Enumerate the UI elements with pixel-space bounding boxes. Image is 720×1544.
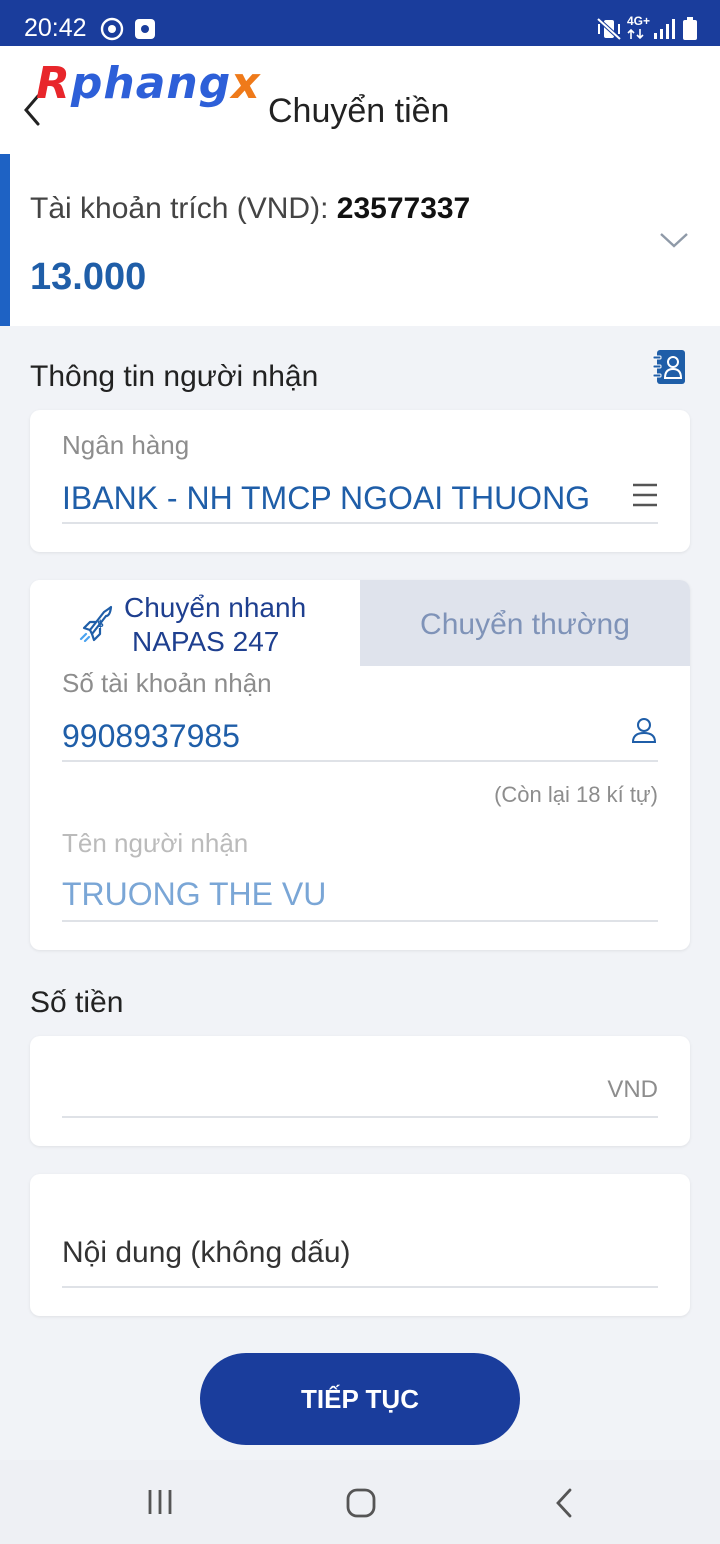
content-input[interactable]: Nội dung (không dấu) <box>62 1236 351 1270</box>
account-number-underline <box>62 760 658 762</box>
recipient-section-title: Thông tin người nhận <box>30 360 319 393</box>
tab-fast-line2: NAPAS 247 <box>132 626 280 657</box>
vibrate-mute-icon <box>596 17 622 41</box>
user-icon[interactable] <box>630 716 658 744</box>
account-balance: 13.000 <box>30 256 147 298</box>
recipient-name-label: Tên người nhận <box>62 828 249 858</box>
account-accent-bar <box>0 154 10 326</box>
status-time: 20:42 <box>24 14 87 42</box>
amount-input[interactable] <box>62 1072 602 1112</box>
content-underline <box>62 1286 658 1288</box>
contact-book-icon[interactable] <box>652 348 688 386</box>
continue-button[interactable]: TIẾP TỤC <box>200 1353 520 1445</box>
recipient-name-underline <box>62 920 658 922</box>
account-label: Tài khoản trích (VND): 23577337 <box>30 192 471 225</box>
system-navigation-bar <box>0 1460 720 1544</box>
rocket-icon: $ <box>79 605 113 642</box>
account-number: 23577337 <box>336 192 471 225</box>
brand-logo: Rphangx <box>36 58 261 109</box>
content-card: Nội dung (không dấu) <box>30 1174 690 1316</box>
app-header: Rphangx Chuyển tiền <box>0 46 720 154</box>
amount-section-title: Số tiền <box>30 986 124 1019</box>
notification-app-icon <box>135 19 155 39</box>
status-bar: 20:42 4G+ <box>0 0 720 46</box>
tab-normal-transfer[interactable]: Chuyển thường <box>360 580 690 666</box>
chevron-down-icon[interactable] <box>658 228 690 252</box>
tab-normal-label: Chuyển thường <box>420 608 630 641</box>
bank-card: Ngân hàng IBANK - NH TMCP NGOAI THUONG <box>30 410 690 552</box>
amount-card: VND <box>30 1036 690 1146</box>
tab-fast-transfer[interactable]: $ Chuyển nhanh NAPAS 247 <box>30 580 360 666</box>
camera-shutter-icon <box>100 17 124 41</box>
currency-label: VND <box>607 1076 658 1103</box>
recipient-name-value: TRUONG THE VU <box>62 876 327 912</box>
signal-icon <box>654 19 675 39</box>
recent-apps-icon[interactable] <box>146 1488 174 1516</box>
bank-label: Ngân hàng <box>62 430 190 460</box>
battery-icon <box>683 17 697 40</box>
amount-underline <box>62 1116 658 1118</box>
account-number-label: Số tài khoản nhận <box>62 668 272 698</box>
menu-list-icon[interactable] <box>632 482 658 508</box>
tab-fast-line1: Chuyển nhanh <box>124 592 307 623</box>
svg-text:$: $ <box>97 619 104 630</box>
home-icon[interactable] <box>346 1488 376 1518</box>
transfer-card: $ Chuyển nhanh NAPAS 247 Chuyển thường S… <box>30 580 690 950</box>
bank-select[interactable]: IBANK - NH TMCP NGOAI THUONG <box>62 480 608 517</box>
page-title: Chuyển tiền <box>268 92 450 130</box>
bank-underline <box>62 522 658 524</box>
data-arrows-icon <box>627 28 644 40</box>
remaining-characters: (Còn lại 18 kí tự) <box>494 782 658 807</box>
back-nav-icon[interactable] <box>552 1488 576 1518</box>
account-number-input[interactable]: 9908937985 <box>62 718 240 755</box>
source-account-selector[interactable]: Tài khoản trích (VND): 23577337 13.000 <box>0 154 720 326</box>
network-type: 4G+ <box>627 14 651 28</box>
